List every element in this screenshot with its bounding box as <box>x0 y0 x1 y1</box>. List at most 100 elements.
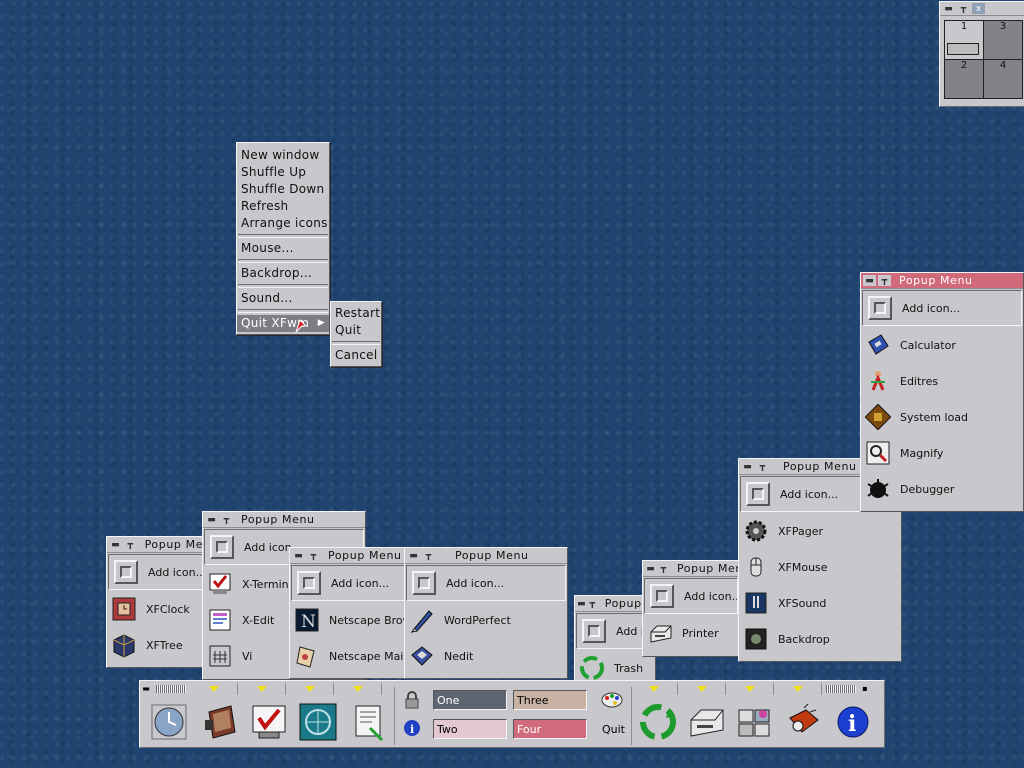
menu-item-shuffle-up[interactable]: Shuffle Up <box>237 164 329 181</box>
panel-handle-left[interactable] <box>156 685 186 693</box>
minimize-icon[interactable]: ▬ <box>407 550 420 561</box>
pager-window[interactable]: ▬ ┳ x 1 2 3 4 <box>939 1 1024 107</box>
list-item-calculator[interactable]: Calculator <box>861 327 1023 363</box>
pin-icon[interactable]: ┳ <box>756 461 769 472</box>
popup-arrow-3[interactable] <box>286 683 334 695</box>
quit-button[interactable]: Quit <box>602 723 625 736</box>
popup-menu-editors[interactable]: ▬ ┳ Popup Menu Add icon... WordPerfect N… <box>404 547 568 679</box>
add-icon-row[interactable]: Add icon... <box>862 290 1022 326</box>
terminal-icon[interactable] <box>248 701 290 743</box>
clock-icon[interactable] <box>148 701 190 743</box>
pin-icon[interactable]: ┳ <box>658 563 669 574</box>
menu-item-mouse[interactable]: Mouse... <box>237 240 329 257</box>
popup-arrow-4[interactable] <box>334 683 382 695</box>
popup-arrow-2[interactable] <box>238 683 286 695</box>
list-item-xftree[interactable]: XFTree <box>107 627 217 663</box>
popup-menu-printer[interactable]: ▬ ┳ Popup Menu Add icon... Printer <box>642 560 740 657</box>
popup-titlebar[interactable]: ▬ ┳ Popup Menu <box>203 512 365 528</box>
popup-arrow-5[interactable] <box>630 683 678 695</box>
minimize-icon[interactable]: ▬ <box>863 275 876 286</box>
list-item-editres[interactable]: Editres <box>861 363 1023 399</box>
menu-item-restart[interactable]: Restart <box>331 305 381 322</box>
minimize-icon[interactable]: ▬ <box>577 598 586 609</box>
popup-arrow-7[interactable] <box>726 683 774 695</box>
root-menu[interactable]: New window Shuffle Up Shuffle Down Refre… <box>236 142 330 335</box>
trash-icon[interactable] <box>637 701 679 743</box>
desk-1[interactable]: 1 <box>944 20 984 60</box>
workspace-four[interactable]: Four <box>513 719 587 739</box>
workspace-two[interactable]: Two <box>433 719 507 739</box>
pin-icon[interactable]: ┳ <box>220 514 233 525</box>
popup-arrow-1[interactable] <box>190 683 238 695</box>
popup-menu-utilities[interactable]: ▬ ┳ Popup Menu Add icon... Calculator Ed… <box>860 272 1024 512</box>
minimize-icon[interactable]: ▬ <box>292 550 305 561</box>
pin-icon[interactable]: ┳ <box>878 275 891 286</box>
list-item-nedit[interactable]: Nedit <box>405 638 567 674</box>
list-item-backdrop[interactable]: Backdrop <box>739 621 901 657</box>
menu-item-quit[interactable]: Quit <box>331 322 381 339</box>
popup-titlebar[interactable]: ▬ ┳ Popup Menu <box>107 537 217 553</box>
workspace-one[interactable]: One <box>433 690 507 710</box>
list-item-wordperfect[interactable]: WordPerfect <box>405 602 567 638</box>
pin-icon[interactable]: ┳ <box>124 539 137 550</box>
popup-titlebar[interactable]: ▬ ┳ Popup Menu <box>861 273 1023 289</box>
popup-titlebar[interactable]: ▬ ┳ Popup Menu <box>290 548 408 564</box>
list-item-xfmouse[interactable]: XFMouse <box>739 549 901 585</box>
list-item-system-load[interactable]: System load <box>861 399 1023 435</box>
add-icon-row[interactable]: Add icon... <box>108 554 216 590</box>
list-item-printer[interactable]: Printer <box>643 615 739 651</box>
menu-item-backdrop[interactable]: Backdrop... <box>237 265 329 282</box>
panel-menu-button[interactable]: ▪ <box>860 683 870 695</box>
menu-item-sound[interactable]: Sound... <box>237 290 329 307</box>
add-icon-row[interactable]: Add icon... <box>291 565 407 601</box>
list-item-xfclock[interactable]: XFClock <box>107 591 217 627</box>
pager-titlebar[interactable]: ▬ ┳ x <box>940 2 1024 16</box>
menu-item-quit-xfwm[interactable]: Quit XFwm ▶ <box>237 315 329 333</box>
minimize-icon[interactable]: ▬ <box>109 539 122 550</box>
pager-icon[interactable] <box>734 701 776 743</box>
workspace-three[interactable]: Three <box>513 690 587 710</box>
minimize-icon[interactable]: ▬ <box>741 461 754 472</box>
editor-icon[interactable] <box>347 701 389 743</box>
minimize-icon[interactable]: ▬ <box>942 3 955 14</box>
add-icon-row[interactable]: Add icon... <box>406 565 566 601</box>
info-small-icon[interactable]: i <box>403 719 421 741</box>
pin-icon[interactable]: ┳ <box>588 598 597 609</box>
list-item-debugger[interactable]: Debugger <box>861 471 1023 507</box>
popup-menu-netscape[interactable]: ▬ ┳ Popup Menu Add icon... N Netscape Bro… <box>289 547 409 679</box>
list-item-xfpager[interactable]: XFPager <box>739 513 901 549</box>
pin-icon[interactable]: ┳ <box>957 3 970 14</box>
menu-item-arrange-icons[interactable]: Arrange icons <box>237 215 329 232</box>
popup-arrow-6[interactable] <box>678 683 726 695</box>
popup-titlebar[interactable]: ▬ ┳ Popup Menu <box>405 548 567 564</box>
menu-item-refresh[interactable]: Refresh <box>237 198 329 215</box>
netscape-icon[interactable] <box>297 701 339 743</box>
quit-submenu[interactable]: Restart Quit Cancel <box>330 301 382 367</box>
minimize-icon[interactable]: ▬ <box>205 514 218 525</box>
printer-icon[interactable] <box>686 701 728 743</box>
add-icon-row[interactable]: Add icon... <box>644 578 738 614</box>
lock-icon[interactable] <box>403 691 421 713</box>
list-item-netscape-browser[interactable]: N Netscape Browser <box>290 602 408 638</box>
minimize-icon[interactable]: ▬ <box>645 563 656 574</box>
list-item-netscape-mail[interactable]: Netscape Mail <box>290 638 408 674</box>
list-item-xfsound[interactable]: XFSound <box>739 585 901 621</box>
info-icon[interactable]: i <box>832 701 874 743</box>
popup-arrow-8[interactable] <box>774 683 822 695</box>
pin-icon[interactable]: ┳ <box>422 550 435 561</box>
panel-handle-right[interactable] <box>826 685 856 693</box>
menu-item-shuffle-down[interactable]: Shuffle Down <box>237 181 329 198</box>
palette-icon[interactable] <box>601 691 623 713</box>
list-item-magnify[interactable]: Magnify <box>861 435 1023 471</box>
file-manager-icon[interactable] <box>200 701 242 743</box>
pin-icon[interactable]: ┳ <box>307 550 320 561</box>
panel-minimize-button[interactable]: ▬ <box>140 683 152 695</box>
desk-4[interactable]: 4 <box>983 59 1023 99</box>
mouse-config-icon[interactable] <box>783 701 825 743</box>
menu-item-cancel[interactable]: Cancel <box>331 347 381 364</box>
desk-2[interactable]: 2 <box>944 59 984 99</box>
popup-titlebar[interactable]: ▬ ┳ Popup Menu <box>643 561 739 577</box>
desk-3[interactable]: 3 <box>983 20 1023 60</box>
close-icon[interactable]: x <box>972 3 985 14</box>
menu-item-new-window[interactable]: New window <box>237 147 329 164</box>
